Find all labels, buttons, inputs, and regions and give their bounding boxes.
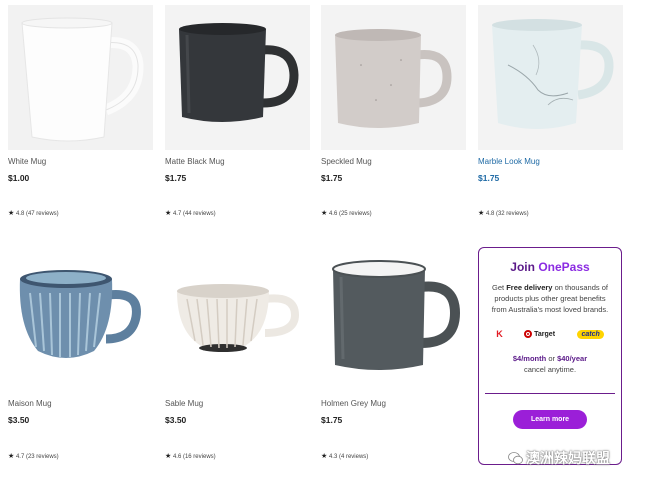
target-logo: Target [524, 330, 555, 338]
onepass-promo-card: Join OnePass Get Free delivery on thousa… [478, 247, 622, 465]
catch-logo: catch [577, 329, 604, 339]
black-mug-image [165, 5, 310, 150]
review-count: (16 reviews) [182, 454, 216, 460]
product-name[interactable]: Matte Black Mug [165, 157, 310, 167]
promo-title-prefix: Join [510, 260, 535, 274]
marble-mug-image [478, 5, 623, 150]
membership-price: $4/month or $40/year cancel anytime. [479, 353, 621, 375]
watermark: 澳洲辣妈联盟 [508, 448, 610, 468]
star-icon: ★ [165, 453, 172, 460]
star-icon: ★ [478, 210, 485, 217]
rating-value: 4.6 [172, 454, 182, 460]
product-price: $1.75 [321, 415, 343, 425]
promo-title: Join OnePass [479, 260, 621, 274]
product-card[interactable]: Holmen Grey Mug $1.75 ★ 4.3 (4 reviews) [321, 247, 466, 460]
product-price: $1.00 [8, 173, 30, 183]
review-count: (32 reviews) [495, 211, 529, 217]
review-count: (25 reviews) [338, 211, 372, 217]
watermark-text: 澳洲辣妈联盟 [526, 450, 610, 466]
product-name[interactable]: Marble Look Mug [478, 157, 623, 167]
sable-mug-image [165, 247, 310, 392]
product-card[interactable]: Marble Look Mug $1.75 ★ 4.8 (32 reviews) [478, 5, 623, 217]
cancel-note: cancel anytime. [523, 365, 577, 374]
product-image[interactable] [165, 5, 310, 150]
product-rating: ★ 4.7 (44 reviews) [165, 209, 216, 217]
yearly-price: $40/year [557, 354, 588, 363]
product-price: $3.50 [8, 415, 30, 425]
price-or: or [548, 354, 555, 363]
star-icon: ★ [8, 453, 15, 460]
target-bullseye-icon [524, 330, 533, 338]
product-image[interactable] [478, 5, 623, 150]
product-image[interactable] [321, 247, 466, 392]
product-image[interactable] [165, 247, 310, 392]
product-rating: ★ 4.8 (47 reviews) [8, 209, 59, 217]
promo-text-start: Get [492, 283, 505, 292]
product-card[interactable]: Matte Black Mug $1.75 ★ 4.7 (44 reviews) [165, 5, 310, 217]
grey-mug-image [321, 247, 466, 392]
product-price: $1.75 [478, 173, 500, 183]
monthly-price: $4/month [512, 354, 547, 363]
product-price: $1.75 [165, 173, 187, 183]
star-icon: ★ [8, 210, 15, 217]
partner-logos: K Target catch [479, 329, 621, 339]
learn-more-button[interactable]: Learn more [512, 410, 588, 429]
product-image[interactable] [321, 5, 466, 150]
product-name[interactable]: Speckled Mug [321, 157, 466, 167]
product-price: $1.75 [321, 173, 343, 183]
product-name[interactable]: White Mug [8, 157, 153, 167]
product-card[interactable]: White Mug $1.00 ★ 4.8 (47 reviews) [8, 5, 153, 217]
product-rating: ★ 4.3 (4 reviews) [321, 452, 368, 460]
product-rating: ★ 4.8 (32 reviews) [478, 209, 529, 217]
product-card[interactable]: Sable Mug $3.50 ★ 4.6 (16 reviews) [165, 247, 310, 460]
review-count: (23 reviews) [25, 454, 59, 460]
star-icon: ★ [321, 453, 328, 460]
rating-value: 4.6 [328, 211, 338, 217]
promo-text-highlight: Free delivery [506, 283, 553, 292]
review-count: (47 reviews) [25, 211, 59, 217]
promo-description: Get Free delivery on thousands of produc… [487, 282, 613, 315]
maison-mug-image [8, 247, 153, 392]
product-rating: ★ 4.6 (16 reviews) [165, 452, 216, 460]
review-count: (44 reviews) [182, 211, 216, 217]
target-logo-text: Target [534, 330, 556, 338]
product-name[interactable]: Holmen Grey Mug [321, 399, 466, 409]
product-rating: ★ 4.7 (23 reviews) [8, 452, 59, 460]
star-icon: ★ [321, 210, 328, 217]
product-card[interactable]: Speckled Mug $1.75 ★ 4.6 (25 reviews) [321, 5, 466, 217]
white-mug-image [8, 5, 153, 150]
product-image[interactable] [8, 5, 153, 150]
rating-value: 4.8 [485, 211, 495, 217]
onepass-logo: OnePass [538, 260, 590, 274]
review-count: (4 reviews) [338, 454, 369, 460]
product-price: $3.50 [165, 415, 187, 425]
speckled-mug-image [321, 5, 466, 150]
product-card[interactable]: Maison Mug $3.50 ★ 4.7 (23 reviews) [8, 247, 153, 460]
kmart-logo: K [496, 329, 502, 339]
product-image[interactable] [8, 247, 153, 392]
rating-value: 4.7 [15, 454, 25, 460]
rating-value: 4.8 [15, 211, 25, 217]
wechat-icon [508, 451, 523, 464]
rating-value: 4.7 [172, 211, 182, 217]
product-name[interactable]: Sable Mug [165, 399, 310, 409]
product-name[interactable]: Maison Mug [8, 399, 153, 409]
rating-value: 4.3 [328, 454, 338, 460]
promo-divider [485, 393, 615, 394]
product-rating: ★ 4.6 (25 reviews) [321, 209, 372, 217]
star-icon: ★ [165, 210, 172, 217]
